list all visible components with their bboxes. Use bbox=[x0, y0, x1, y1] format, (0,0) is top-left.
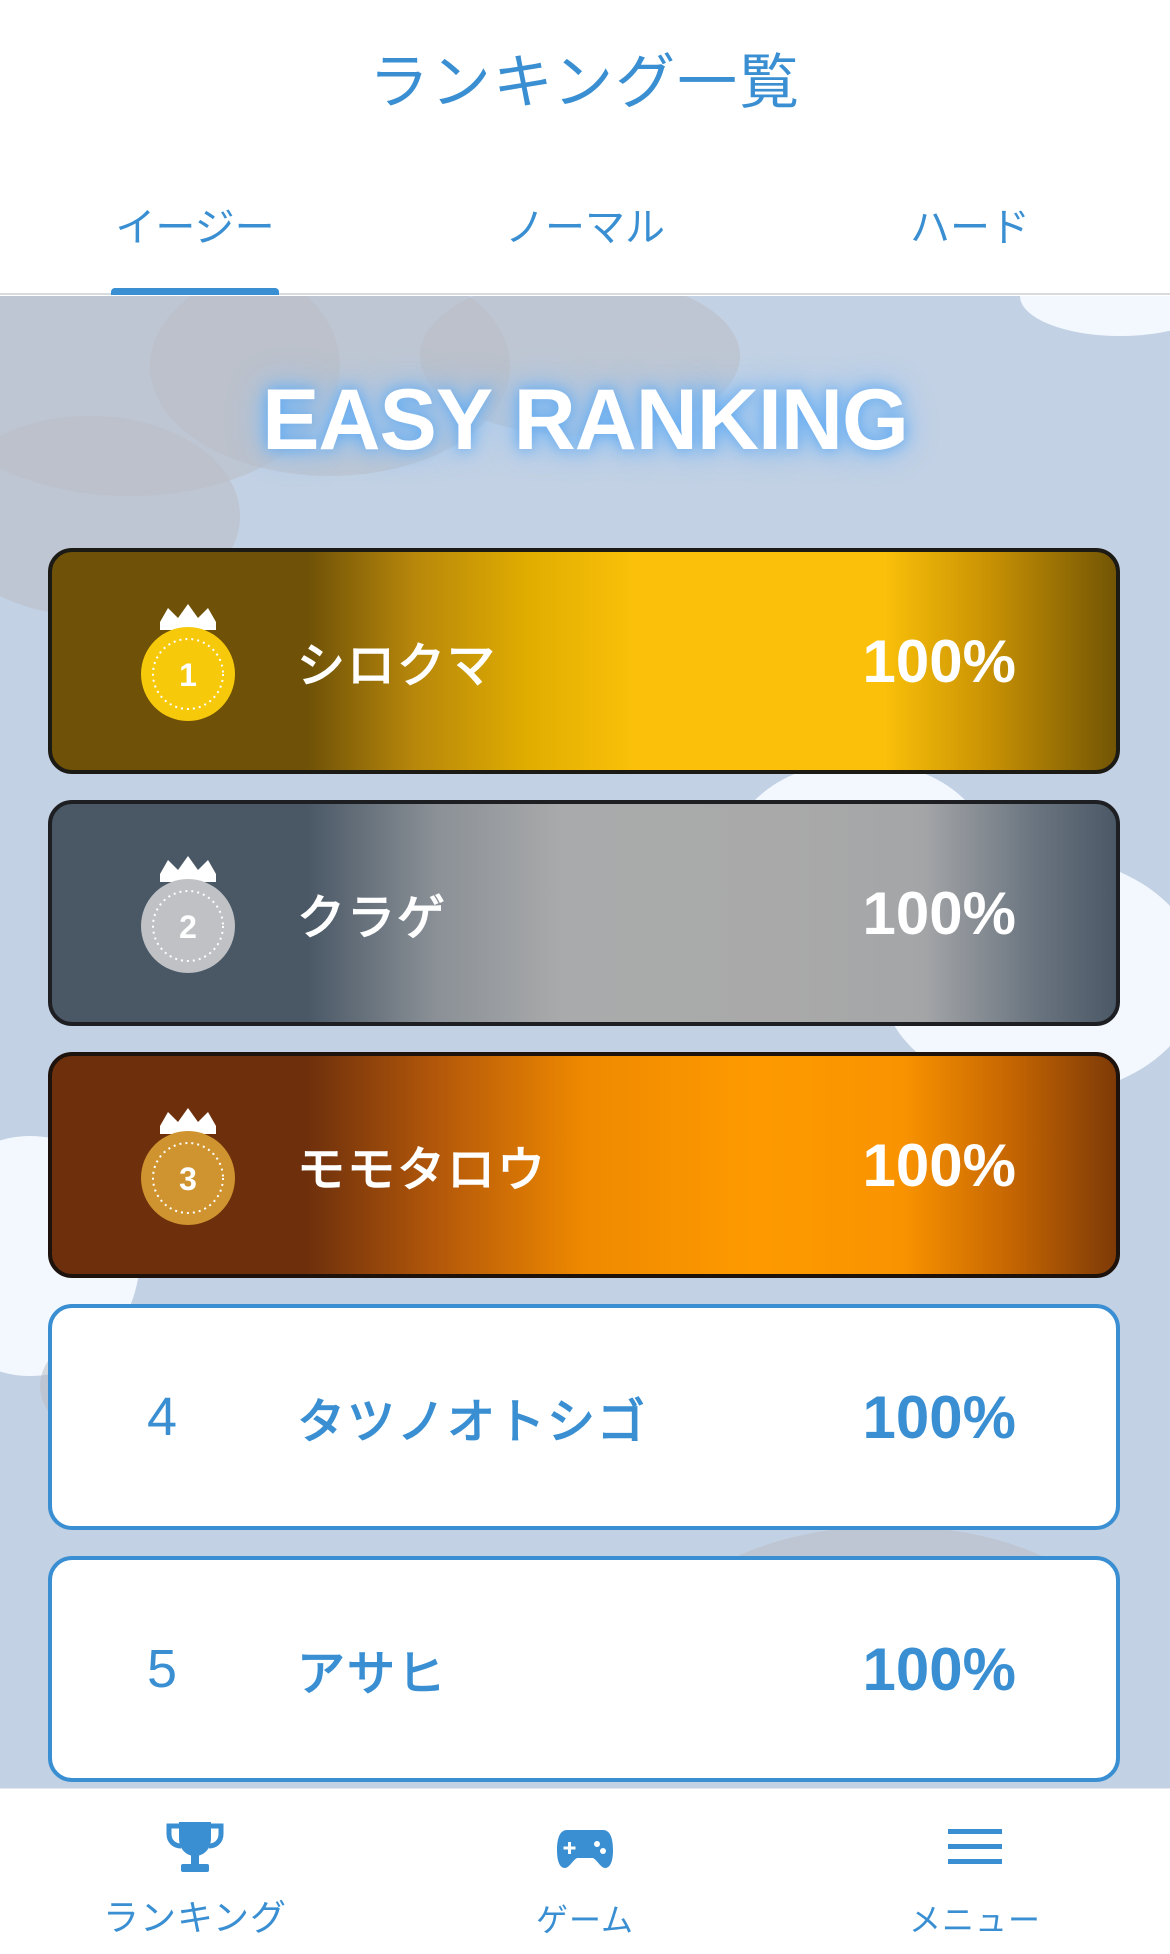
ranking-content: EASY RANKING 1 シロクマ 100% 2 クラゲ 100% 3 モモ… bbox=[0, 296, 1170, 1788]
bottom-navigation: ランキング ゲーム メニュー bbox=[0, 1788, 1170, 1954]
ranking-row-5: 5 アサヒ 100% bbox=[48, 1556, 1120, 1782]
player-name: クラゲ bbox=[297, 890, 448, 946]
player-score: 100% bbox=[862, 1635, 1016, 1703]
player-score: 100% bbox=[862, 879, 1016, 947]
ranking-row-4: 4 タツノオトシゴ 100% bbox=[48, 1304, 1120, 1530]
player-name: モモタロウ bbox=[297, 1142, 548, 1198]
rank-number: 4 bbox=[146, 1387, 178, 1447]
trophy-icon bbox=[165, 1817, 225, 1877]
hamburger-menu-icon bbox=[946, 1817, 1004, 1877]
svg-text:1: 1 bbox=[179, 657, 197, 693]
svg-text:2: 2 bbox=[179, 909, 197, 945]
ranking-row-2: 2 クラゲ 100% bbox=[48, 800, 1120, 1026]
app-header: ランキング一覧 bbox=[0, 0, 1170, 150]
nav-menu-label: メニュー bbox=[908, 1901, 1041, 1939]
bronze-medal-icon: 3 bbox=[141, 1108, 235, 1225]
player-name: アサヒ bbox=[297, 1646, 448, 1702]
rank-number: 5 bbox=[146, 1639, 178, 1699]
player-score: 100% bbox=[862, 1131, 1016, 1199]
ranking-heading: EASY RANKING bbox=[262, 372, 909, 468]
ranking-row-1: 1 シロクマ 100% bbox=[48, 548, 1120, 774]
gamepad-icon bbox=[555, 1817, 615, 1877]
tab-easy[interactable]: イージー bbox=[85, 195, 305, 255]
player-name: タツノオトシゴ bbox=[297, 1394, 648, 1450]
page-title: ランキング一覧 bbox=[368, 47, 802, 118]
tab-hard[interactable]: ハード bbox=[880, 195, 1060, 255]
nav-game[interactable]: ゲーム bbox=[435, 1789, 735, 1954]
silver-medal-icon: 2 bbox=[141, 856, 235, 973]
nav-menu[interactable]: メニュー bbox=[825, 1789, 1125, 1954]
background-cloud bbox=[1020, 296, 1170, 336]
active-tab-indicator bbox=[111, 288, 279, 295]
tab-normal[interactable]: ノーマル bbox=[475, 195, 695, 255]
nav-ranking-label: ランキング bbox=[103, 1898, 287, 1939]
nav-ranking[interactable]: ランキング bbox=[45, 1789, 345, 1954]
player-name: シロクマ bbox=[297, 638, 498, 694]
player-score: 100% bbox=[862, 1383, 1016, 1451]
gold-medal-icon: 1 bbox=[141, 604, 235, 721]
player-score: 100% bbox=[862, 627, 1016, 695]
nav-game-label: ゲーム bbox=[535, 1901, 635, 1939]
difficulty-tabs: イージー ノーマル ハード bbox=[0, 150, 1170, 295]
svg-text:3: 3 bbox=[179, 1161, 197, 1197]
ranking-row-3: 3 モモタロウ 100% bbox=[48, 1052, 1120, 1278]
